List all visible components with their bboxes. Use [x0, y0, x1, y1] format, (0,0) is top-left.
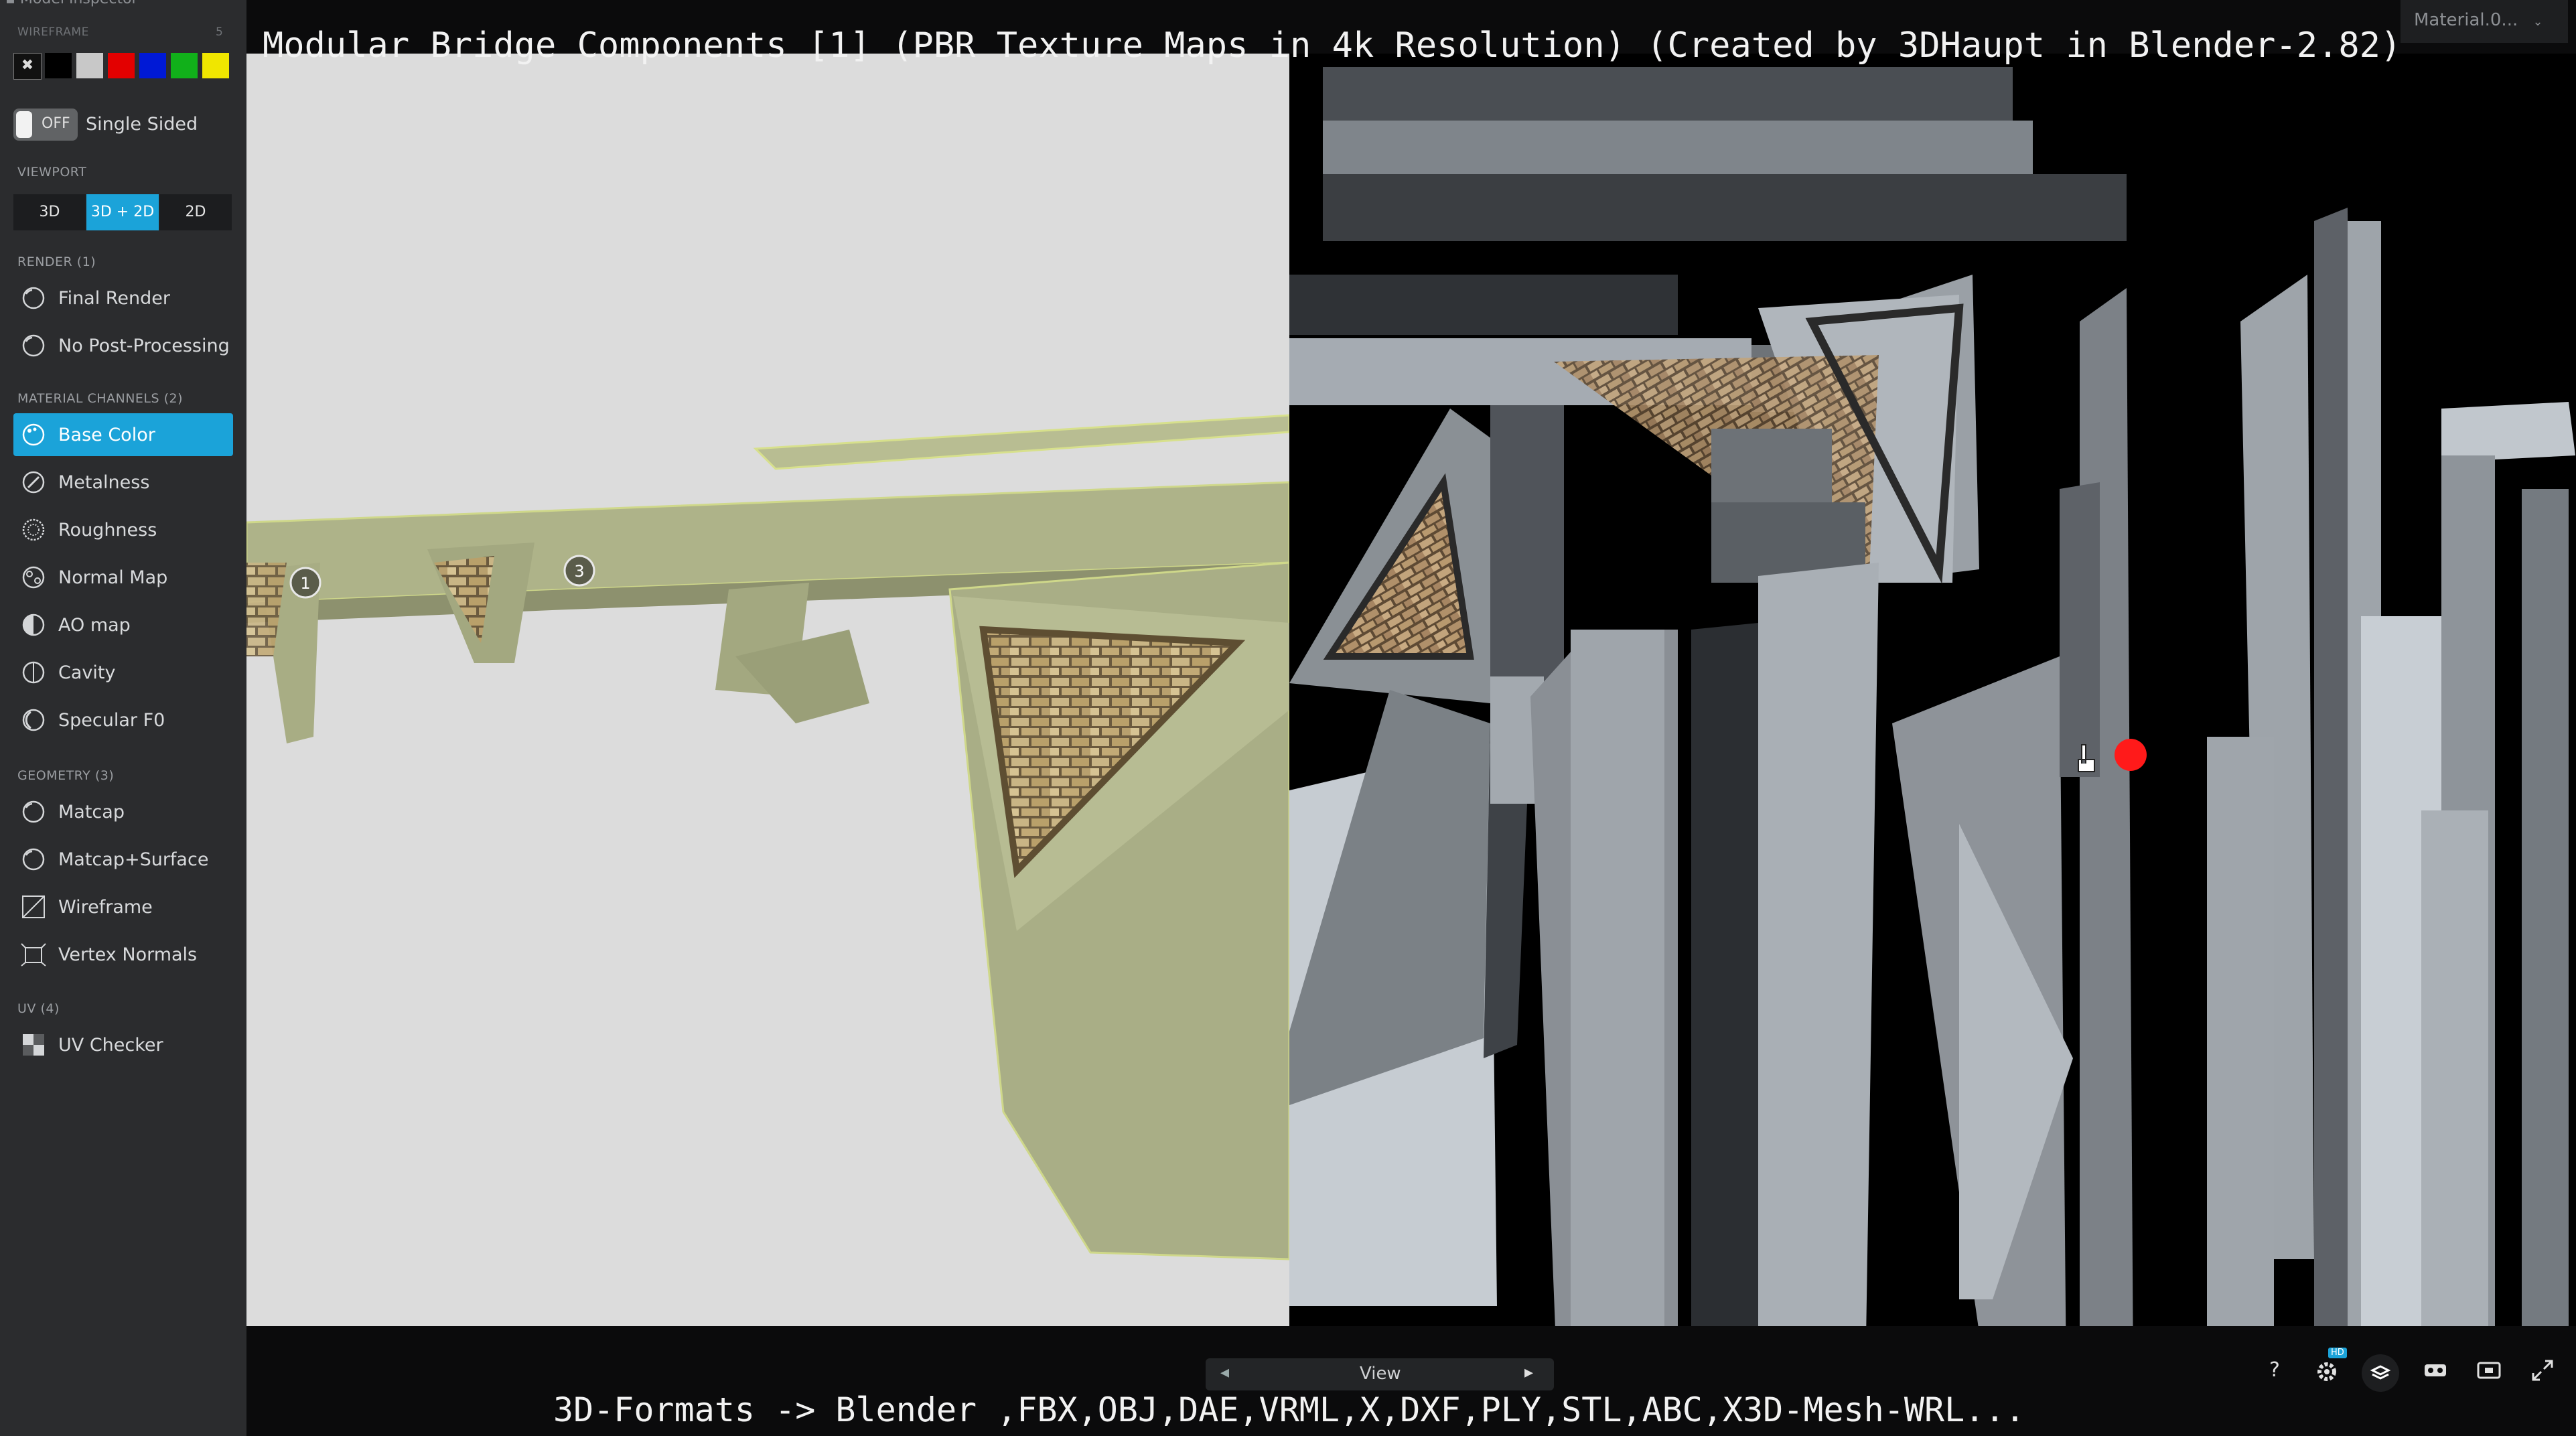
viewport-2d-button[interactable]: 2D [159, 194, 232, 230]
render-item-final-render[interactable]: Final Render [13, 277, 233, 319]
geometry-item-matcap-surface[interactable]: Matcap+Surface [13, 838, 233, 881]
vr-icon[interactable] [2422, 1357, 2449, 1384]
palette-icon [22, 423, 45, 446]
uv-cursor-marker [2115, 739, 2147, 771]
render-item-no-post-processing[interactable]: No Post-Processing [13, 324, 233, 367]
chevron-down-icon: ⌄ [2532, 15, 2543, 29]
geometry-item-wireframe[interactable]: Wireframe [13, 885, 233, 928]
view-label: View [1360, 1364, 1401, 1384]
geometry-item-vertex-normals[interactable]: Vertex Normals [13, 933, 233, 976]
3d-viewport[interactable]: 1 3 [246, 54, 1289, 1380]
wireframe-icon [22, 895, 45, 918]
annotation-label-1: 1 [300, 574, 310, 593]
geometry-section-title: GEOMETRY (3) [17, 768, 115, 783]
wireframe-color-swatch-red[interactable] [108, 53, 135, 78]
cavity-icon [22, 661, 45, 684]
uv-texture-map [1289, 54, 2576, 1329]
uv-section-title: UV (4) [17, 1001, 60, 1016]
viewport-title: VIEWPORT [17, 165, 87, 180]
channel-item-metalness[interactable]: Metalness [13, 461, 233, 504]
model-inspector-sidebar: ▪ Model Inspector WIREFRAME 5 ✖ OFF Sing… [0, 0, 246, 1436]
wireframe-color-swatch-none[interactable]: ✖ [13, 53, 42, 80]
checker-icon [23, 1034, 44, 1056]
sphere-icon [22, 800, 45, 823]
sphere-icon [22, 287, 45, 309]
roughness-icon [22, 518, 45, 541]
specular-icon [22, 709, 45, 731]
vertex-normals-icon [21, 943, 46, 966]
formats-caption: 3D-Formats -> Blender ,FBX,OBJ,DAE,VRML,… [553, 1390, 2025, 1429]
single-sided-toggle[interactable]: OFF [13, 109, 78, 141]
ao-icon [22, 614, 45, 636]
inspector-header: ▪ Model Inspector [5, 0, 138, 7]
uv-item-uv-checker[interactable]: UV Checker [13, 1023, 233, 1066]
sphere-icon [22, 334, 45, 357]
screenshot-icon[interactable] [2476, 1357, 2502, 1384]
channel-item-specular-f0[interactable]: Specular F0 [13, 699, 233, 741]
model-title: Modular Bridge Components [1] (PBR Textu… [263, 25, 2402, 66]
normal-map-icon [22, 566, 45, 589]
view-navigator[interactable]: ◂ View ▸ [1206, 1358, 1554, 1390]
wireframe-value: 5 [216, 25, 223, 39]
viewport-3d-2d-button[interactable]: 3D + 2D [86, 194, 159, 230]
wireframe-label: WIREFRAME [17, 25, 89, 39]
channel-item-roughness[interactable]: Roughness [13, 508, 233, 551]
uv-texture-viewport[interactable] [1289, 54, 2576, 1329]
channel-item-normal-map[interactable]: Normal Map [13, 556, 233, 599]
layers-icon [2370, 1365, 2391, 1380]
render-section-title: RENDER (1) [17, 255, 96, 269]
metal-icon [22, 471, 45, 494]
single-sided-label: Single Sided [86, 114, 198, 135]
help-icon[interactable]: ? [2261, 1357, 2288, 1384]
wireframe-color-swatch-black[interactable] [45, 53, 72, 78]
gear-icon [2317, 1362, 2336, 1381]
wireframe-color-swatch-green[interactable] [171, 53, 198, 78]
channel-item-cavity[interactable]: Cavity [13, 651, 233, 694]
material-channels-title: MATERIAL CHANNELS (2) [17, 391, 184, 406]
material-select-dropdown[interactable]: Material.0... ⌄ [2401, 0, 2568, 43]
bridge-model-render: 1 3 [246, 54, 1289, 1380]
wireframe-color-swatch-blue[interactable] [139, 53, 166, 78]
sphere-icon [22, 848, 45, 871]
channel-item-ao-map[interactable]: AO map [13, 603, 233, 646]
fullscreen-icon[interactable] [2529, 1357, 2556, 1384]
wireframe-color-swatch-grey[interactable] [76, 53, 103, 78]
wireframe-color-swatch-yellow[interactable] [202, 53, 229, 78]
annotation-label-3: 3 [574, 562, 584, 581]
viewport-3d-button[interactable]: 3D [13, 194, 86, 230]
settings-hd-icon[interactable]: HD [2313, 1348, 2347, 1384]
layers-button[interactable] [2362, 1354, 2399, 1392]
geometry-item-matcap[interactable]: Matcap [13, 790, 233, 833]
channel-item-base-color[interactable]: Base Color [13, 413, 233, 456]
hd-badge: HD [2328, 1348, 2347, 1358]
previous-view-arrow-icon[interactable]: ◂ [1220, 1362, 1229, 1382]
next-view-arrow-icon[interactable]: ▸ [1524, 1362, 1533, 1382]
